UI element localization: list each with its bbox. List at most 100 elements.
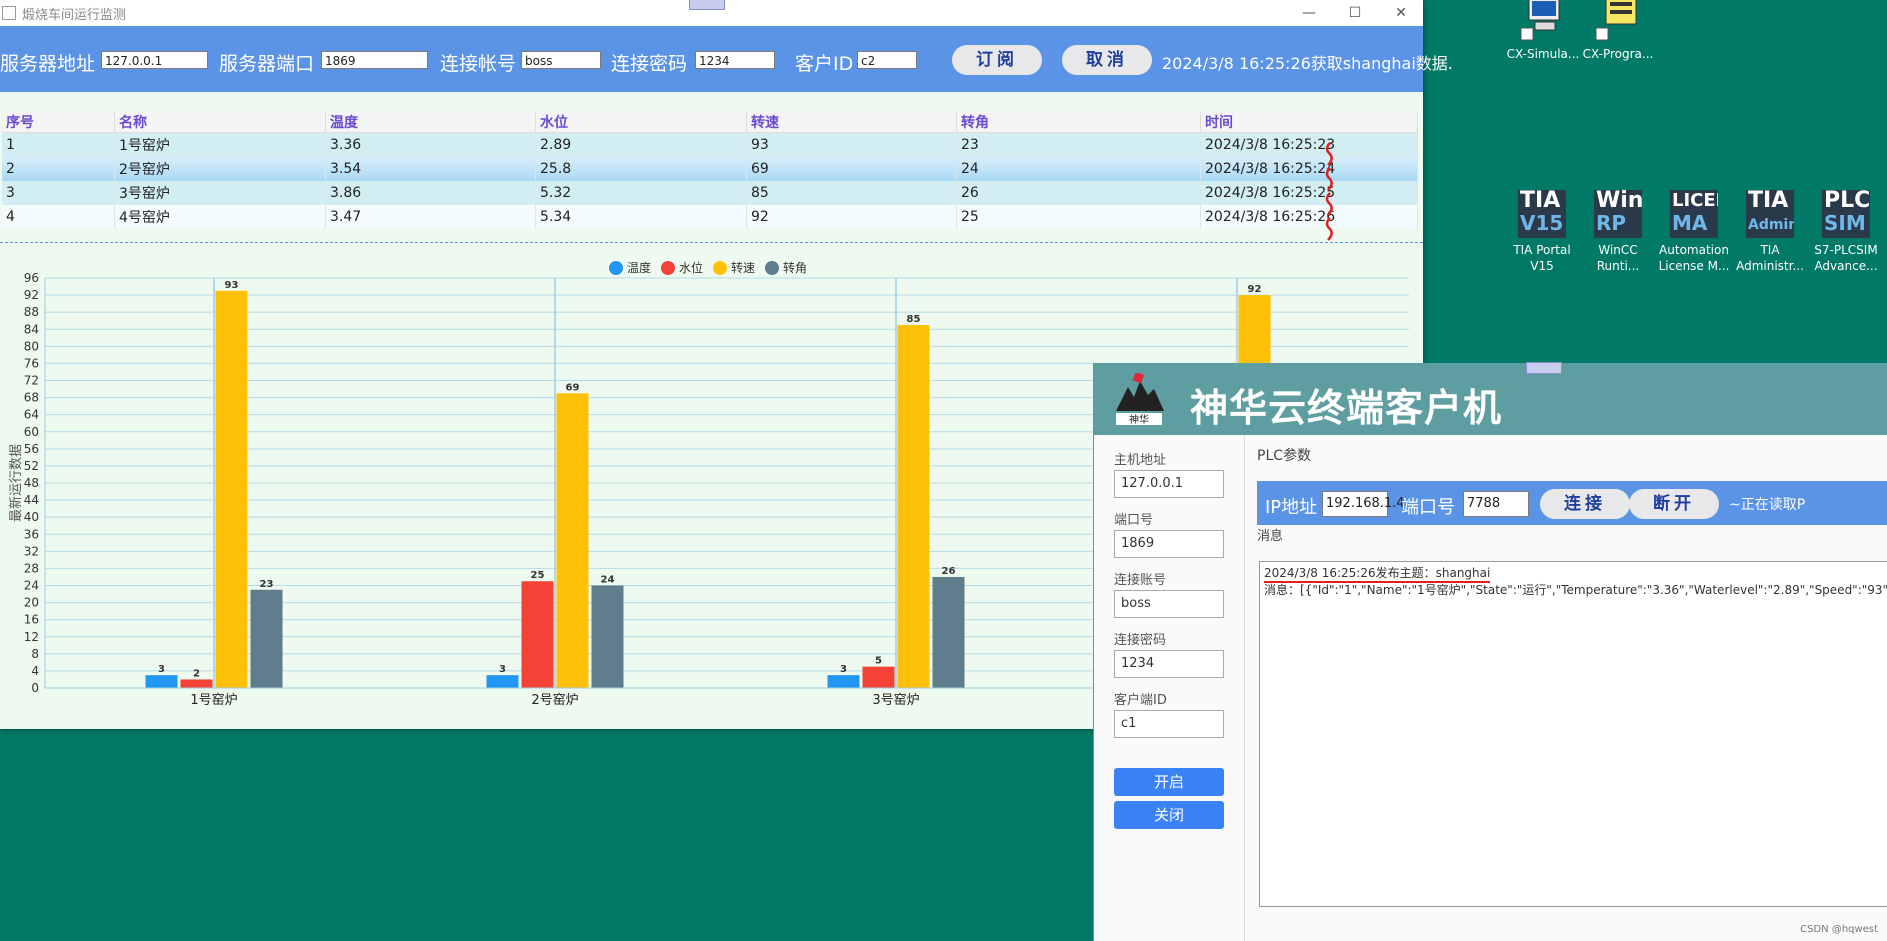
connect-button[interactable]: 连接 (1540, 489, 1630, 519)
account-input[interactable]: boss (521, 51, 601, 69)
col-header[interactable]: 序号 (2, 112, 115, 133)
y-tick-label: 92 (24, 288, 39, 302)
drag-handle[interactable] (689, 0, 725, 10)
data-label: 3 (840, 664, 847, 675)
x-tick-label: 2号窑炉 (531, 692, 578, 708)
server-port-label: 服务器端口 (219, 53, 315, 75)
ip-label: IP地址 (1265, 497, 1318, 518)
desktop-icon-tia-admin[interactable]: TIA Admin TIA Administr... (1732, 190, 1808, 274)
plc-status-text: ~正在读取P (1729, 497, 1806, 513)
cell: 3.36 (325, 132, 536, 157)
desktop-icon-cx-simulator[interactable]: CX-Simula... (1505, 0, 1581, 62)
col-header[interactable]: 时间 (1200, 112, 1418, 133)
col-header[interactable]: 转速 (746, 112, 957, 133)
legend-swatch (713, 261, 727, 275)
cell: 25 (956, 205, 1201, 229)
start-button[interactable]: 开启 (1114, 768, 1224, 796)
tia-admin-icon: TIA Admin (1746, 190, 1794, 238)
y-tick-label: 76 (24, 356, 39, 370)
desktop-icon-label: S7-PLCSIM (1814, 243, 1878, 257)
client-id-input[interactable]: c2 (857, 51, 917, 69)
cell: 92 (746, 205, 957, 229)
tia-portal-icon: TIA V15 (1518, 190, 1566, 238)
desktop-icon-label: CX-Simula... (1506, 47, 1580, 61)
bar-转速 (556, 393, 589, 688)
desktop-icon-plcsim[interactable]: PLC SIM S7-PLCSIM Advance... (1808, 190, 1884, 274)
y-tick-label: 32 (24, 544, 39, 558)
close-button[interactable]: 关闭 (1114, 801, 1224, 829)
red-annotation-mark (1325, 142, 1333, 166)
app-icon (2, 6, 16, 20)
table-row[interactable]: 4 4号窑炉 3.47 5.34 92 25 2024/3/8 16:25:26 (2, 205, 1418, 229)
computer-icon (1519, 0, 1567, 42)
legend-swatch (765, 261, 779, 275)
desktop-icon-wincc[interactable]: WinCRP WinCC Runti... (1580, 190, 1656, 274)
account-input[interactable]: boss (1114, 590, 1224, 618)
table-row[interactable]: 1 1号窑炉 3.36 2.89 93 23 2024/3/8 16:25:23 (2, 132, 1418, 157)
y-tick-label: 80 (24, 339, 39, 353)
drag-handle[interactable] (1526, 362, 1562, 374)
y-tick-label: 8 (31, 647, 39, 661)
bar-温度 (827, 675, 860, 688)
minimize-icon[interactable]: — (1286, 0, 1332, 26)
data-grid[interactable]: 序号 名称 温度 水位 转速 转角 时间 1 1号窑炉 3.36 2.89 93… (2, 112, 1418, 229)
host-input[interactable]: 127.0.0.1 (1114, 470, 1224, 498)
cell: 3.47 (325, 205, 536, 229)
client-id-input[interactable]: c1 (1114, 710, 1224, 738)
ip-input[interactable]: 192.168.1.4 (1322, 491, 1405, 517)
subscribe-button[interactable]: 订阅 (952, 45, 1042, 75)
title-bar[interactable]: 煅烧车间运行监测 — ☐ ✕ (0, 0, 1423, 26)
message-line: 2024/3/8 16:25:26发布主题：shanghai (1264, 566, 1491, 583)
host-label: 主机地址 (1114, 453, 1167, 468)
bar-水位 (862, 666, 895, 688)
cell: 2 (2, 157, 115, 181)
password-input[interactable]: 1234 (695, 51, 775, 69)
cell: 3.86 (325, 181, 536, 205)
cell: 2号窑炉 (114, 157, 326, 181)
data-label: 25 (531, 570, 545, 581)
cell: 69 (746, 157, 957, 181)
plc-port-input[interactable]: 7788 (1463, 491, 1529, 517)
server-port-input[interactable]: 1869 (321, 51, 428, 69)
status-text: 2024/3/8 16:25:26获取shanghai数据. (1162, 54, 1453, 73)
desktop-icon-automation-license[interactable]: LICENMA Automation License M... (1656, 190, 1732, 274)
cancel-button[interactable]: 取消 (1062, 45, 1152, 75)
maximize-icon[interactable]: ☐ (1332, 0, 1378, 26)
table-row[interactable]: 2 2号窑炉 3.54 25.8 69 24 2024/3/8 16:25:24 (2, 157, 1418, 181)
plc-panel: PLC参数 IP地址 192.168.1.4 端口号 7788 连接 断开 ~正… (1245, 435, 1887, 941)
table-row[interactable]: 3 3号窑炉 3.86 5.32 85 26 2024/3/8 16:25:25 (2, 181, 1418, 205)
bar-转速 (215, 290, 248, 688)
cell: 26 (956, 181, 1201, 205)
data-label: 5 (875, 656, 882, 667)
y-tick-label: 0 (31, 681, 39, 695)
port-label: 端口号 (1114, 513, 1154, 528)
message-label: 消息 (1257, 529, 1284, 544)
desktop-icon-cx-programmer[interactable]: CX-Progra... (1580, 0, 1656, 62)
desktop-icon-tia-portal[interactable]: TIA V15 TIA Portal V15 (1504, 190, 1580, 274)
bar-温度 (486, 675, 519, 688)
plc-toolbar: IP地址 192.168.1.4 端口号 7788 连接 断开 ~正在读取P (1257, 481, 1887, 525)
col-header[interactable]: 水位 (535, 112, 747, 133)
disconnect-button[interactable]: 断开 (1629, 489, 1719, 519)
y-tick-label: 96 (24, 271, 39, 285)
data-label: 23 (260, 579, 274, 590)
message-log[interactable]: 2024/3/8 16:25:26发布主题：shanghai 消息：[{"Id"… (1259, 561, 1887, 907)
y-tick-label: 68 (24, 391, 39, 405)
password-input[interactable]: 1234 (1114, 650, 1224, 678)
close-icon[interactable]: ✕ (1378, 0, 1424, 26)
cell: 5.32 (535, 181, 747, 205)
client-header[interactable]: 神华 神华云终端客户机 (1094, 362, 1887, 435)
y-tick-label: 52 (24, 459, 39, 473)
y-tick-label: 72 (24, 374, 39, 388)
port-input[interactable]: 1869 (1114, 530, 1224, 558)
y-tick-label: 4 (31, 664, 39, 678)
password-label: 连接密码 (1114, 633, 1167, 648)
col-header[interactable]: 温度 (325, 112, 536, 133)
col-header[interactable]: 名称 (114, 112, 326, 133)
col-header[interactable]: 转角 (956, 112, 1201, 133)
data-label: 93 (225, 280, 239, 291)
desktop-icon-label: Advance... (1814, 259, 1878, 273)
account-label: 连接帐号 (440, 53, 517, 75)
server-address-input[interactable]: 127.0.0.1 (101, 51, 208, 69)
y-tick-label: 12 (24, 630, 39, 644)
